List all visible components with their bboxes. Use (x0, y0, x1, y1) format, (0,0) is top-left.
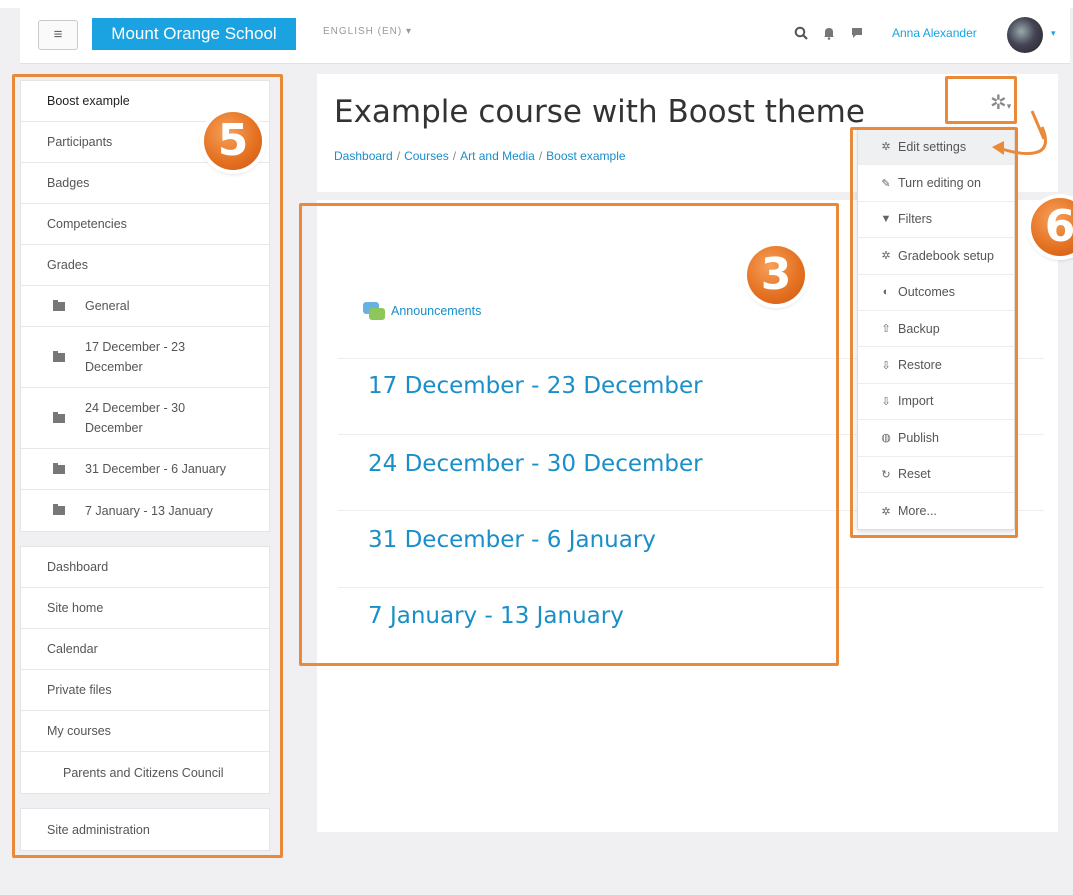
gear-icon: ✲ (881, 505, 891, 518)
nav-item-site-administration[interactable]: Site administration (21, 809, 269, 850)
filter-icon: ▼ (880, 213, 892, 226)
nav-item-section-1[interactable]: 17 December - 23 December (21, 327, 269, 388)
reset-icon: ↻ (881, 468, 891, 481)
folder-icon (53, 350, 65, 362)
globe-icon: ◍ (881, 432, 891, 445)
menu-item-more[interactable]: ✲ More... (858, 493, 1014, 529)
folder-icon (53, 411, 65, 423)
menu-item-import[interactable]: ⇩ Import (858, 384, 1014, 421)
breadcrumb-separator: / (396, 149, 401, 163)
forum-icon (363, 302, 385, 320)
outcomes-icon: ◐ (882, 286, 890, 299)
nav-item-grades[interactable]: Grades (21, 245, 269, 286)
folder-icon (53, 462, 65, 474)
breadcrumb-dashboard[interactable]: Dashboard (334, 149, 393, 163)
section-link-1[interactable]: 17 December - 23 December (368, 373, 703, 399)
nav-item-dashboard[interactable]: Dashboard (21, 547, 269, 588)
breadcrumb-courses[interactable]: Courses (404, 149, 449, 163)
bell-icon[interactable] (822, 26, 836, 43)
admin-nav-block: Site administration (20, 808, 270, 851)
breadcrumb-art-and-media[interactable]: Art and Media (460, 149, 535, 163)
avatar[interactable] (1007, 17, 1043, 53)
announcements-link[interactable]: Announcements (363, 302, 481, 320)
pencil-icon: ✎ (881, 177, 891, 190)
language-menu[interactable]: ENGLISH (EN) ▾ (323, 26, 412, 37)
nav-item-parents-council[interactable]: Parents and Citizens Council (21, 752, 269, 793)
callout-badge-5: 5 (204, 112, 262, 170)
gear-icon: ✲ (881, 141, 891, 154)
gear-icon: ✲ (881, 250, 891, 263)
menu-item-publish[interactable]: ◍ Publish (858, 420, 1014, 457)
breadcrumb-separator: / (538, 149, 543, 163)
folder-icon (53, 299, 65, 311)
breadcrumb: Dashboard / Courses / Art and Media / Boost ex… (334, 149, 626, 163)
navbar: ≡ Mount Orange School ENGLISH (EN) ▾ Ann… (20, 8, 1070, 64)
top-strip (0, 0, 1073, 8)
menu-item-reset[interactable]: ↻ Reset (858, 457, 1014, 493)
folder-icon (53, 504, 65, 515)
page-title: Example course with Boost theme (334, 94, 865, 130)
section-divider (338, 587, 1044, 588)
nav-item-calendar[interactable]: Calendar (21, 629, 269, 670)
menu-item-filters[interactable]: ▼ Filters (858, 202, 1014, 239)
hamburger-icon[interactable]: ≡ (38, 20, 78, 50)
site-brand[interactable]: Mount Orange School (92, 18, 296, 50)
callout-arrow-icon (992, 110, 1047, 156)
download-icon: ⇩ (881, 359, 891, 372)
callout-badge-3: 3 (747, 246, 805, 304)
nav-drawer: Boost example Participants Badges Compet… (20, 80, 270, 851)
nav-item-competencies[interactable]: Competencies (21, 204, 269, 245)
import-icon: ⇩ (881, 395, 891, 408)
menu-item-gradebook-setup[interactable]: ✲ Gradebook setup (858, 238, 1014, 275)
nav-icons (794, 22, 864, 46)
user-menu-caret-icon[interactable]: ▾ (1051, 28, 1056, 39)
upload-icon: ⇧ (881, 323, 891, 336)
nav-item-section-general[interactable]: General (21, 286, 269, 327)
course-action-menu: ✲ Edit settings ✎ Turn editing on ▼ Filters… (857, 128, 1015, 531)
site-nav-block: Dashboard Site home Calendar Private fil… (20, 546, 270, 794)
breadcrumb-boost-example[interactable]: Boost example (546, 149, 625, 163)
section-link-4[interactable]: 7 January - 13 January (368, 603, 624, 629)
section-link-2[interactable]: 24 December - 30 December (368, 451, 703, 477)
menu-item-restore[interactable]: ⇩ Restore (858, 347, 1014, 384)
menu-item-backup[interactable]: ⇧ Backup (858, 311, 1014, 348)
nav-item-section-4[interactable]: 7 January - 13 January (21, 490, 269, 531)
section-link-3[interactable]: 31 December - 6 January (368, 527, 656, 553)
nav-item-section-3[interactable]: 31 December - 6 January (21, 449, 269, 490)
nav-item-site-home[interactable]: Site home (21, 588, 269, 629)
menu-item-outcomes[interactable]: ◐ Outcomes (858, 275, 1014, 311)
nav-item-my-courses[interactable]: My courses (21, 711, 269, 752)
nav-item-private-files[interactable]: Private files (21, 670, 269, 711)
search-icon[interactable] (794, 26, 808, 43)
nav-item-section-2[interactable]: 24 December - 30 December (21, 388, 269, 449)
user-name[interactable]: Anna Alexander (892, 26, 977, 40)
breadcrumb-separator: / (452, 149, 457, 163)
chat-icon[interactable] (850, 26, 864, 43)
